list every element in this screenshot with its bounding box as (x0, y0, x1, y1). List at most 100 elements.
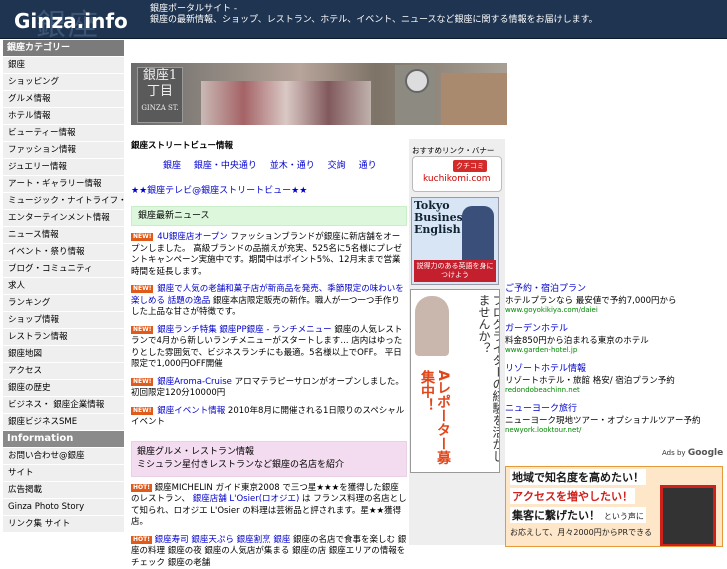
blog-writer-banner[interactable]: ブログライターの経験を活かしませんか？ Aレポーター募集中！ (410, 289, 500, 473)
gourmet-heading: 銀座グルメ・レストラン情報 ミシュラン星付きレストランなど銀座の名店を紹介 (131, 441, 407, 477)
nav-item[interactable]: アート・ギャラリー情報 (3, 176, 124, 193)
nav-item[interactable]: 銀座ビジネスSME (3, 414, 124, 431)
local-pr-banner[interactable]: 地域で知名度を高めたい！ アクセスを増やしたい！ 集客に繋げたい！ という声に … (505, 466, 723, 547)
reporter-recruit-text: Aレポーター募集中！ (419, 370, 451, 472)
ginza-banner-image: 銀座1丁目 GINZA ST. (131, 63, 507, 125)
promo-line-3-small: という声に (604, 512, 644, 521)
promo-line-1: 地域で知名度を高めたい！ (510, 469, 646, 485)
nav-info-item[interactable]: サイト (3, 465, 124, 482)
ad-item: ご予約・宿泊プラン ホテルプランなら 最安値で予約7,000円から www.go… (505, 281, 725, 314)
nav-item[interactable]: 銀座地図 (3, 346, 124, 363)
ads-by-google[interactable]: Ads by Google (662, 448, 723, 458)
nav-item[interactable]: ファッション情報 (3, 142, 124, 159)
nav-item[interactable]: ビューティー情報 (3, 125, 124, 142)
news-heading: 銀座最新ニュース (131, 206, 407, 226)
street-link[interactable]: 交詢 (328, 161, 346, 171)
news-link[interactable]: 4U銀座店オープン (157, 232, 228, 242)
nav-item[interactable]: ショップ情報 (3, 312, 124, 329)
tagline-line-2: 銀座の最新情報、ショップ、レストラン、ホテル、イベント、ニュースなど銀座に関する… (150, 15, 720, 26)
ginza-tv-link[interactable]: ★★銀座テレビ@銀座ストリートビュー★★ (131, 186, 307, 196)
news-link[interactable]: 銀座Aroma-Cruise (157, 377, 232, 387)
gourmet-heading-line-2: ミシュラン星付きレストランなど銀座の名店を紹介 (137, 459, 401, 472)
nav-item[interactable]: アクセス (3, 363, 124, 380)
nav-item[interactable]: 求人 (3, 278, 124, 295)
new-badge: NEW! (131, 285, 153, 293)
hot-link[interactable]: 銀座店舗 (193, 494, 227, 504)
nav-item[interactable]: ショッピング (3, 74, 124, 91)
news-item: NEW! 銀座で人気の老舗和菓子店が新商品を発売、季節限定の味わいを楽しめる 話… (131, 284, 407, 319)
crowd-photo (201, 81, 371, 125)
ad-title[interactable]: ご予約・宿泊プラン (505, 284, 586, 294)
ad-title[interactable]: リゾートホテル情報 (505, 364, 586, 374)
hot-item: HOT! 銀座MICHELIN ガイド東京2008 で三つ星★★★を獲得した銀座… (131, 483, 407, 529)
nav-item[interactable]: レストラン情報 (3, 329, 124, 346)
street-link[interactable]: 銀座 (163, 161, 181, 171)
hot-link[interactable]: 銀座 (273, 535, 290, 545)
promo-line-1-text: 地域で知名度を高めたい！ (512, 471, 644, 484)
ad-desc: ニューヨーク現地ツアー・オプショナルツアー予約 (505, 414, 725, 426)
tbe-slogan: 説得力のある英語を身につけよう (414, 260, 496, 282)
kuchikomi-banner[interactable]: クチコミ kuchikomi.com (412, 156, 502, 192)
nav-item[interactable]: イベント・祭り情報 (3, 244, 124, 261)
nav-section-information: Information (3, 431, 124, 448)
woman-photo (415, 296, 449, 356)
adsby-label: Ads by (662, 449, 686, 457)
ad-url[interactable]: www.garden-hotel.jp (505, 346, 725, 354)
street-links: 銀座 銀座・中央通り 並木・通り 交詢 通り (163, 158, 407, 171)
nav-info-item[interactable]: リンク集 サイト (3, 516, 124, 533)
nav-item[interactable]: ホテル情報 (3, 108, 124, 125)
ad-title[interactable]: ガーデンホテル (505, 324, 568, 334)
nav-item[interactable]: エンターテインメント情報 (3, 210, 124, 227)
tagline-line-1: 銀座ポータルサイト - (150, 4, 720, 15)
ad-item: ニューヨーク旅行 ニューヨーク現地ツアー・オプショナルツアー予約 newyork… (505, 401, 725, 434)
hot-link[interactable]: L'Osier(ロオジエ) (229, 494, 299, 504)
news-link[interactable]: 銀座ランチ特集 銀座PP銀座 - ランチメニュー (157, 325, 331, 335)
tokyo-business-english-banner[interactable]: Tokyo Business English 説得力のある英語を身につけよう (411, 197, 499, 285)
left-navigation: 銀座カテゴリー 銀座 ショッピング グルメ情報 ホテル情報 ビューティー情報 フ… (3, 40, 124, 533)
side-banner-column: おすすめリンク・バナー クチコミ kuchikomi.com Tokyo Bus… (409, 139, 505, 545)
news-item: NEW! 銀座Aroma-Cruise アロマテラピーサロンがオープンしました。… (131, 377, 407, 400)
blogger-text: ブログライターの経験を活かしませんか？ (477, 294, 500, 472)
site-logo[interactable]: 銀座 Ginza.info (6, 4, 134, 36)
hot-link[interactable]: 銀座割烹 (237, 535, 271, 545)
hot-link[interactable]: 銀座寿司 (155, 535, 189, 545)
text-ads: ご予約・宿泊プラン ホテルプランなら 最安値で予約7,000円から www.go… (505, 281, 725, 441)
nav-item[interactable]: ニュース情報 (3, 227, 124, 244)
ad-item: リゾートホテル情報 リゾートホテル・旅館 格安/ 宿泊プラン予約 redondo… (505, 361, 725, 394)
hot-badge: HOT! (131, 536, 152, 544)
news-item: NEW! 銀座イベント情報 2010年8月に開催される1日限りのスペシャルイベン… (131, 406, 407, 429)
nav-item[interactable]: ビジネス・ 銀座企業情報 (3, 397, 124, 414)
street-link[interactable]: 銀座・中央通り (194, 161, 257, 171)
ad-title[interactable]: ニューヨーク旅行 (505, 404, 577, 414)
nav-info-item[interactable]: お問い合わせ@銀座 (3, 448, 124, 465)
ad-url[interactable]: redondobeachinn.net (505, 386, 725, 394)
news-link[interactable]: 銀座イベント情報 (157, 406, 225, 416)
ad-url[interactable]: www.goyokikiya.com/daiei (505, 306, 725, 314)
nav-item[interactable]: ランキング (3, 295, 124, 312)
hot-link[interactable]: 銀座天ぷら (191, 535, 234, 545)
tv-icon (660, 485, 716, 547)
nav-item[interactable]: ブログ・コミュニティ (3, 261, 124, 278)
nav-item[interactable]: グルメ情報 (3, 91, 124, 108)
promo-line-2: アクセスを増やしたい！ (510, 488, 635, 504)
businessman-photo (462, 206, 494, 260)
kuchikomi-url: kuchikomi.com (423, 174, 491, 184)
street-link[interactable]: 通り (359, 161, 377, 171)
new-badge: NEW! (131, 407, 153, 415)
news-item: NEW! 4U銀座店オープン ファッションブランドが銀座に新店舗をオープンしまし… (131, 232, 407, 278)
logo-text: Ginza.info (14, 9, 128, 33)
nav-info-item[interactable]: 広告掲載 (3, 482, 124, 499)
sign-text: 銀座1丁目 (143, 68, 177, 99)
nav-info-item[interactable]: Ginza Photo Story (3, 499, 124, 516)
gourmet-heading-line-1: 銀座グルメ・レストラン情報 (137, 446, 401, 459)
ad-desc: 料金850円から泊まれる東京のホテル (505, 334, 725, 346)
nav-item[interactable]: 銀座の歴史 (3, 380, 124, 397)
nav-item[interactable]: ジュエリー情報 (3, 159, 124, 176)
ad-url[interactable]: newyork.looktour.net/ (505, 426, 725, 434)
nav-item[interactable]: 銀座 (3, 57, 124, 74)
street-link[interactable]: 並木・通り (270, 161, 315, 171)
google-logo: Google (688, 448, 723, 458)
building-photo (441, 73, 507, 125)
ad-item: ガーデンホテル 料金850円から泊まれる東京のホテル www.garden-ho… (505, 321, 725, 354)
nav-item[interactable]: ミュージック・ナイトライフ・DJ (3, 193, 124, 210)
